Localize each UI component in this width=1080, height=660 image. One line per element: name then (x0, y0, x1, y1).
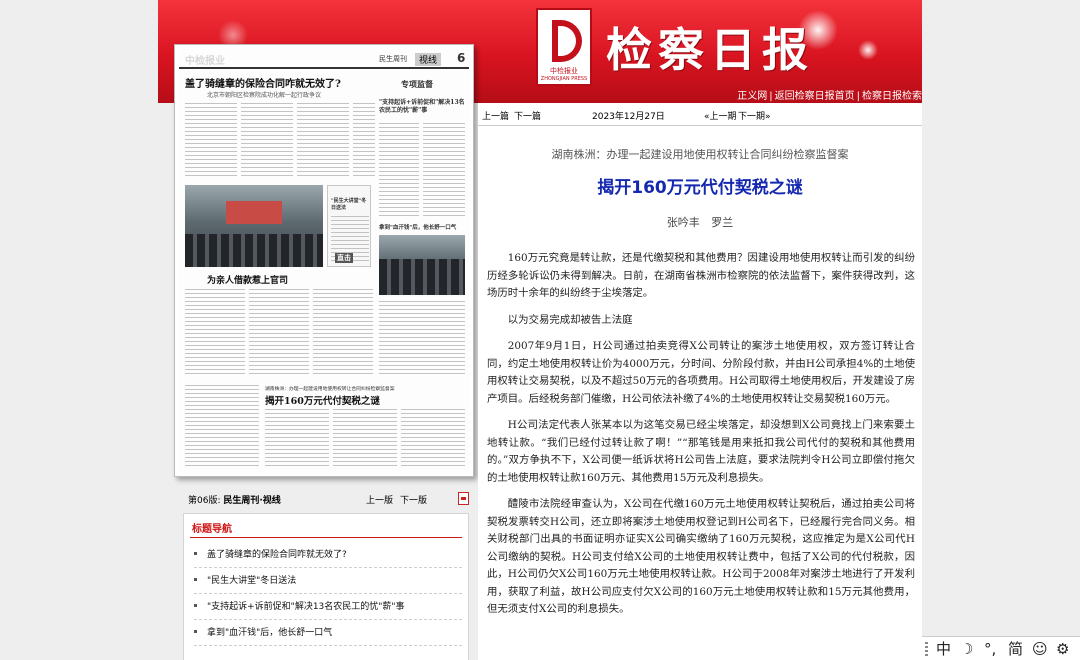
page-label: 第06版: 民生周刊·视线 (188, 496, 281, 506)
thumbnail-tag: 视线 (415, 53, 442, 66)
thumbnail-text-block (379, 123, 419, 218)
thumbnail-page: 中检报业 民生周刊 视线 6 盖了骑缝章的保险合同咋就无效了? 北京市朝阳区检察… (179, 49, 469, 472)
article-column: 上一篇 下一篇 2023年12月27日 «上一期 下一期» 湖南株洲：办理一起建… (478, 103, 922, 660)
headline-nav-item[interactable]: 拿到"血汗钱"后，他长舒一口气 (194, 620, 462, 646)
thumbnail-text-block (423, 123, 465, 218)
headline-nav-item[interactable]: "民生大讲堂"冬日送法 (194, 568, 462, 594)
article-kicker: 湖南株洲：办理一起建设用地使用权转让合同纠纷检察监督案 (551, 148, 849, 161)
thumbnail-brand: 中检报业 (185, 56, 225, 67)
article-body: 160万元究竟是转让款，还是代缴契税和其他费用？因建设用地使用权转让而引发的纠纷… (487, 250, 915, 628)
thumbnail-headline-1-sub: 北京市朝阳区检察院成功化解一起行政争议 (207, 92, 322, 99)
thumbnail-headline-1[interactable]: 盖了骑缝章的保险合同咋就无效了? (185, 75, 341, 90)
ime-moon-icon[interactable]: ☽ (960, 639, 973, 659)
thumbnail-text-block (333, 409, 397, 469)
article-title: 揭开160万元代付契税之谜 (597, 178, 803, 198)
bullet-icon (194, 578, 197, 581)
thumbnail-section: 民生周刊 (379, 55, 407, 63)
thumbnail-header: 中检报业 民生周刊 视线 6 (179, 49, 469, 69)
thumbnail-photo-lecture (185, 185, 323, 267)
toolbar-divider (478, 125, 922, 126)
prev-page-link[interactable]: 上一版 (366, 493, 393, 506)
thumbnail-photo-workers (379, 235, 465, 295)
ime-emoji-icon[interactable]: ☺ (1032, 639, 1048, 659)
top-links: 正义网 | 返回检察日报首页 | 检察日报检索 (737, 91, 922, 102)
thumbnail-sidebar-head: 专项监督 (401, 79, 433, 89)
article-paragraph: 160万元究竟是转让款，还是代缴契税和其他费用？因建设用地使用权转让而引发的纠纷… (487, 252, 915, 299)
thumbnail-text-block (401, 409, 465, 469)
thumbnail-text-block (297, 103, 349, 178)
sparkle-decoration (858, 40, 878, 60)
headline-nav-title: 标题导航 (192, 524, 232, 535)
bullet-icon (194, 630, 197, 633)
ime-drag-handle[interactable] (925, 642, 928, 656)
bullet-icon (194, 604, 197, 607)
headline-nav-item[interactable]: 盖了骑缝章的保险合同咋就无效了? (194, 542, 462, 568)
ime-mode-toggle[interactable]: 中 (936, 639, 951, 659)
thumbnail-headline-3[interactable]: 揭开160万元代付契税之谜 (265, 393, 380, 407)
article-paragraph: 2007年9月1日，H公司通过拍卖竞得X公司转让的案涉土地使用权，双方签订转让合… (487, 340, 915, 405)
prev-article-link[interactable]: 上一篇 (482, 109, 509, 122)
press-logo: 中检报业 ZHONGJIAN PRESS (536, 8, 592, 86)
headline-nav-divider (190, 537, 462, 538)
pdf-icon[interactable] (458, 492, 469, 505)
bullet-icon (194, 552, 197, 555)
article-paragraph: H公司法定代表人张某本以为这笔交易已经尘埃落定，却没想到X公司竟找上门来索要土地… (487, 419, 915, 484)
thumbnail-headline-3-kicker: 湖南株洲：办理一起建设用地使用权转让合同纠纷检察监督案 (265, 387, 395, 392)
thumbnail-zhiji: 直击 (335, 253, 353, 263)
thumbnail-text-block (265, 409, 329, 469)
ime-script-toggle[interactable]: 简 (1008, 639, 1023, 659)
ime-settings-icon[interactable]: ⚙ (1056, 639, 1069, 659)
logo-en-text: ZHONGJIAN PRESS (540, 76, 588, 82)
thumbnail-headline-2[interactable]: 为亲人借款惹上官司 (207, 273, 288, 286)
next-article-link[interactable]: 下一篇 (514, 109, 541, 122)
thumbnail-text-block (379, 301, 465, 375)
thumbnail-text-block (241, 103, 293, 178)
next-page-link[interactable]: 下一版 (400, 493, 427, 506)
newspaper-title: 检察日报 (606, 23, 814, 77)
logo-cn-text: 中检报业 (550, 67, 578, 75)
prev-issue-link[interactable]: «上一期 (704, 109, 737, 122)
article-toolbar: 上一篇 下一篇 2023年12月27日 «上一期 下一期» (478, 109, 922, 123)
article-authors: 张吟丰 罗兰 (666, 216, 734, 229)
link-zhengyi[interactable]: 正义网 (737, 91, 767, 102)
link-home[interactable]: 返回检察日报首页 (775, 91, 855, 102)
ime-punct-toggle[interactable]: °, (984, 639, 996, 659)
thumbnail-text-block (185, 385, 259, 469)
thumbnail-small-caption[interactable]: 拿到"血汗钱"后，他长舒一口气 (379, 223, 456, 231)
page-thumbnail[interactable]: 中检报业 民生周刊 视线 6 盖了骑缝章的保险合同咋就无效了? 北京市朝阳区检察… (174, 44, 474, 477)
thumbnail-text-block (313, 289, 373, 375)
link-search[interactable]: 检察日报检索 (862, 91, 922, 102)
thumbnail-text-block (249, 289, 309, 375)
article-date: 2023年12月27日 (592, 112, 665, 122)
headline-nav-box: 标题导航 盖了骑缝章的保险合同咋就无效了? "民生大讲堂"冬日送法 "支持起诉+… (183, 513, 469, 660)
thumbnail-text-block (353, 103, 375, 178)
thumbnail-page-number: 6 (457, 51, 466, 65)
thumbnail-box-title[interactable]: "民生大讲堂"冬日送法 (331, 198, 369, 212)
thumbnail-sidebar-title[interactable]: "支持起诉+诉前促和"解决13名农民工的忧"薪"事 (379, 99, 467, 115)
ime-toolbar: 中 ☽ °, 简 ☺ ⚙ (922, 636, 1080, 660)
thumbnail-text-block (185, 289, 245, 375)
article-paragraph: 醴陵市法院经审查认为，X公司在代缴160万元土地使用权转让契税后，通过拍卖公司将… (487, 498, 915, 615)
article-subheading: 以为交易完成却被告上法庭 (507, 313, 633, 326)
page-nav: 第06版: 民生周刊·视线 上一版 下一版 (188, 492, 472, 507)
thumbnail-text-block (185, 103, 237, 178)
next-issue-link[interactable]: 下一期» (738, 109, 771, 122)
headline-nav-item[interactable]: "支持起诉+诉前促和"解决13名农民工的忧"薪"事 (194, 594, 462, 620)
